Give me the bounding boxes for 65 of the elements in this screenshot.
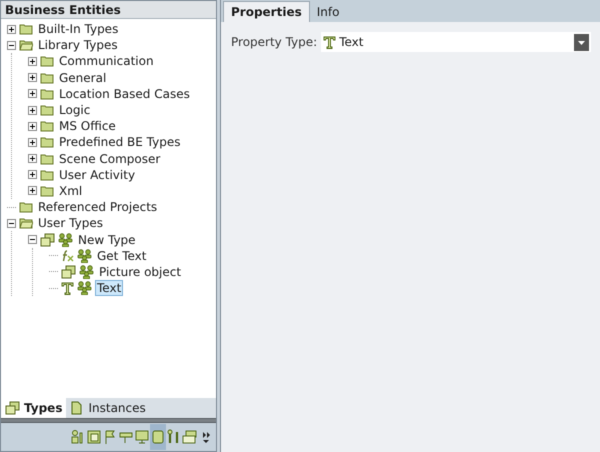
expand-icon[interactable] xyxy=(28,186,37,196)
text-type-icon xyxy=(61,282,74,295)
expand-icon[interactable] xyxy=(28,106,37,115)
folder-icon xyxy=(40,136,54,148)
cubes-icon xyxy=(40,232,55,247)
tree-item[interactable]: Predefined BE Types xyxy=(57,134,182,150)
tree-item[interactable]: General xyxy=(57,70,108,86)
tree-item[interactable]: Built-In Types xyxy=(36,21,120,38)
folder-icon xyxy=(40,55,54,68)
expand-icon[interactable] xyxy=(7,24,16,34)
stack-icon xyxy=(182,429,198,445)
expand-icon[interactable] xyxy=(28,56,37,66)
tree-item[interactable]: New Type xyxy=(76,232,138,248)
expand-icon[interactable] xyxy=(28,89,37,98)
expand-icon[interactable] xyxy=(28,122,37,131)
people-icon xyxy=(79,264,94,279)
tree-item[interactable]: Get Text xyxy=(95,248,148,264)
folder-icon xyxy=(40,104,54,116)
tree-item[interactable]: Text xyxy=(95,280,124,296)
expand-icon[interactable] xyxy=(28,73,37,82)
tree-item[interactable]: Logic xyxy=(57,102,92,118)
monitor-icon xyxy=(134,429,150,445)
folder-icon xyxy=(40,120,54,132)
property-type-dropdown[interactable]: Text xyxy=(321,32,592,52)
function-icon xyxy=(61,250,74,262)
tree-item[interactable]: User Types xyxy=(36,215,105,232)
people-icon xyxy=(77,248,92,263)
tab[interactable]: Info xyxy=(310,1,346,22)
open-folder-icon xyxy=(19,217,33,230)
collapse-icon[interactable] xyxy=(28,235,37,244)
folder-icon xyxy=(40,72,54,84)
tab[interactable]: Instances xyxy=(66,398,150,418)
tree-item[interactable]: Scene Composer xyxy=(57,150,162,167)
folder-icon xyxy=(40,88,54,100)
tab[interactable]: Properties xyxy=(223,1,310,22)
cube-icon xyxy=(150,429,166,445)
tree-item[interactable]: Xml xyxy=(57,182,84,199)
tab[interactable]: Types xyxy=(1,398,66,418)
tree-item[interactable]: Referenced Projects xyxy=(36,199,160,216)
cubes-icon xyxy=(5,401,20,415)
tree-item[interactable]: User Activity xyxy=(57,166,138,183)
folder-icon xyxy=(19,201,33,214)
folder-icon xyxy=(40,168,54,181)
expand-icon[interactable] xyxy=(28,138,37,147)
tree-item[interactable]: MS Office xyxy=(57,118,118,134)
expand-icon[interactable] xyxy=(28,154,37,164)
window-icon xyxy=(86,429,102,445)
folder-icon xyxy=(40,152,54,165)
field-label: Property Type: xyxy=(231,34,318,51)
folder-icon xyxy=(40,184,54,197)
tree-item[interactable]: Communication xyxy=(57,53,156,70)
text-type-icon xyxy=(323,36,336,48)
expand-icon[interactable] xyxy=(28,170,37,180)
open-folder-icon xyxy=(19,39,33,52)
collapse-icon[interactable] xyxy=(7,218,16,228)
document-icon xyxy=(70,401,84,415)
collapse-icon[interactable] xyxy=(7,40,16,50)
panel-title: Business Entities xyxy=(1,1,216,19)
people-icon xyxy=(58,232,73,247)
people-icon xyxy=(77,281,92,296)
cubes-icon xyxy=(61,264,76,279)
folder-icon xyxy=(19,23,33,36)
tree-item[interactable]: Library Types xyxy=(36,37,120,54)
tree-item[interactable]: Location Based Cases xyxy=(57,86,192,102)
tree-item[interactable]: Picture object xyxy=(97,264,184,280)
